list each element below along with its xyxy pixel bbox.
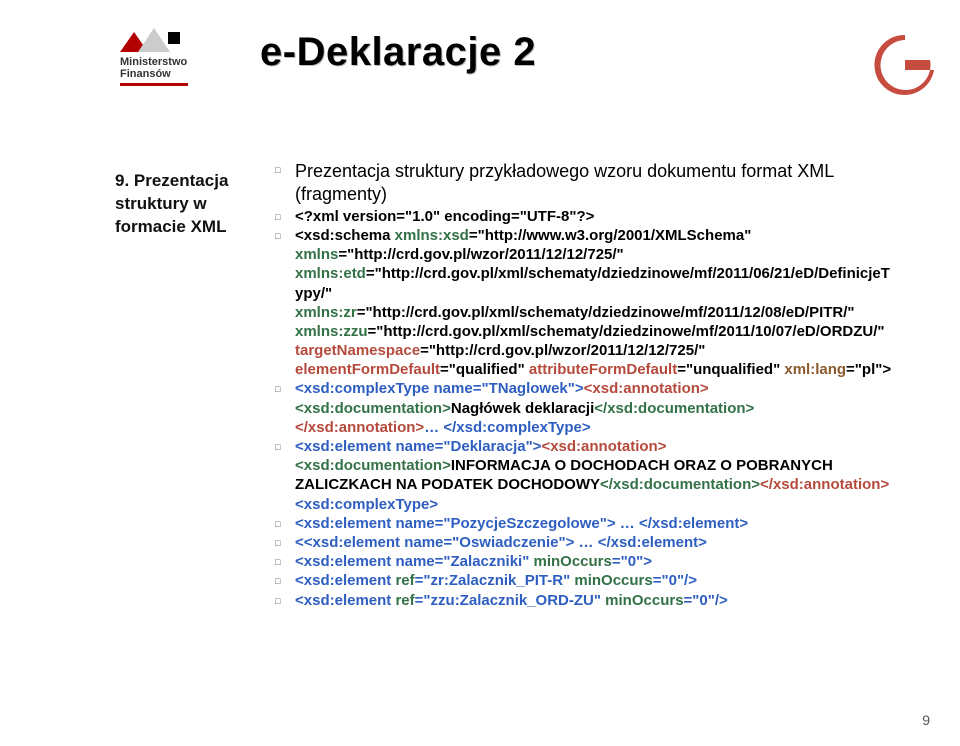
logo: Ministerstwo Finansów: [120, 18, 200, 86]
list-item-text: <xsd:element ref="zr:Zalacznik_PIT-R" mi…: [295, 571, 895, 590]
logo-icon: [120, 24, 180, 52]
page-title: e-Deklaracje 2: [260, 30, 536, 75]
list-item: □<xsd:element name="Zalaczniki" minOccur…: [275, 552, 895, 571]
logo-label-1: Ministerstwo: [120, 56, 200, 68]
list-item: □<xsd:element name="PozycjeSzczegolowe">…: [275, 514, 895, 533]
list-item-text: <?xml version="1.0" encoding="UTF-8"?>: [295, 207, 895, 226]
content-list: □Prezentacja struktury przykładowego wzo…: [275, 160, 895, 610]
list-item-text: <<xsd:element name="Oswiadczenie"> … </x…: [295, 533, 895, 552]
list-item: □<xsd:element name="Deklaracja"><xsd:ann…: [275, 437, 895, 514]
list-item: □<xsd:complexType name="TNaglowek"><xsd:…: [275, 379, 895, 437]
list-item-text: <xsd:complexType name="TNaglowek"><xsd:a…: [295, 379, 895, 437]
list-item-text: <xsd:element ref="zzu:Zalacznik_ORD-ZU" …: [295, 591, 895, 610]
list-item-text: <xsd:element name="Deklaracja"><xsd:anno…: [295, 437, 895, 514]
bullet-icon: □: [275, 514, 295, 531]
bullet-icon: □: [275, 437, 295, 454]
bullet-icon: □: [275, 226, 295, 243]
list-item-text: <xsd:schema xmlns:xsd="http://www.w3.org…: [295, 226, 895, 380]
bullet-icon: □: [275, 207, 295, 224]
logo-underline: [120, 83, 188, 86]
page-number: 9: [922, 712, 930, 728]
bullet-icon: □: [275, 591, 295, 608]
list-item: □<<xsd:element name="Oswiadczenie"> … </…: [275, 533, 895, 552]
list-item-text: <xsd:element name="Zalaczniki" minOccurs…: [295, 552, 895, 571]
header: Ministerstwo Finansów e-Deklaracje 2: [120, 18, 536, 86]
logo-label-2: Finansów: [120, 68, 200, 80]
list-item-text: <xsd:element name="PozycjeSzczegolowe"> …: [295, 514, 895, 533]
list-item: □<?xml version="1.0" encoding="UTF-8"?>: [275, 207, 895, 226]
list-item: □<xsd:schema xmlns:xsd="http://www.w3.or…: [275, 226, 895, 380]
list-item: □Prezentacja struktury przykładowego wzo…: [275, 160, 895, 207]
list-item-text: Prezentacja struktury przykładowego wzor…: [295, 160, 895, 207]
bullet-icon: □: [275, 552, 295, 569]
bullet-icon: □: [275, 160, 295, 177]
bullet-icon: □: [275, 379, 295, 396]
e-mark-icon: [870, 30, 940, 100]
sidebar-heading: 9. Prezentacja struktury w formacie XML: [115, 170, 255, 239]
list-item: □<xsd:element ref="zzu:Zalacznik_ORD-ZU"…: [275, 591, 895, 610]
list-item: □<xsd:element ref="zr:Zalacznik_PIT-R" m…: [275, 571, 895, 590]
bullet-icon: □: [275, 571, 295, 588]
bullet-icon: □: [275, 533, 295, 550]
